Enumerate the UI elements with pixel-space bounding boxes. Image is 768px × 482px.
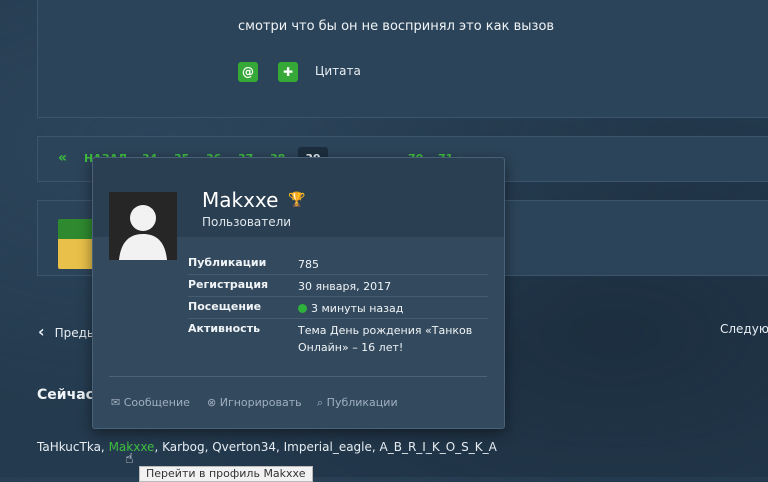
pagination-prev-icon[interactable]: « <box>58 150 67 166</box>
stat-label: Регистрация <box>188 278 269 291</box>
add-button[interactable]: ✚ <box>278 62 298 82</box>
next-topic-label: Следующая <box>720 322 768 336</box>
online-users-after[interactable]: , Karbog, Qverton34, Imperial_eagle, A_B… <box>154 440 496 454</box>
hand-cursor-icon: ☝ <box>125 451 134 467</box>
ignore-label: Игнорировать <box>219 396 302 409</box>
message-button[interactable]: ✉ Сообщение <box>111 396 190 409</box>
post-text: смотри что бы он не воспринял это как вы… <box>238 19 555 34</box>
trophy-icon: 🏆 <box>288 192 306 208</box>
profile-tooltip: Перейти в профиль Makxxe <box>139 466 313 482</box>
divider <box>109 376 487 377</box>
online-users-before[interactable]: TaHkucTka, <box>37 440 109 454</box>
stat-row: Активность Тема День рождения «Танков Он… <box>188 322 488 358</box>
online-status-icon <box>298 304 307 313</box>
ignore-button[interactable]: ⊗ Игнорировать <box>207 396 302 409</box>
envelope-icon: ✉ <box>111 396 121 409</box>
mention-button[interactable]: @ <box>238 62 258 82</box>
stat-label: Посещение <box>188 300 262 313</box>
stat-value: 30 января, 2017 <box>298 280 392 293</box>
online-users-list: TaHkucTka, Makxxe, Karbog, Qverton34, Im… <box>37 440 497 454</box>
stat-row: Публикации 785 <box>188 256 488 275</box>
user-name[interactable]: Makxxe <box>202 188 278 212</box>
stat-label: Активность <box>188 322 261 335</box>
user-group: Пользователи <box>202 215 292 229</box>
chevron-left-icon: ‹ <box>38 322 45 341</box>
stat-row: Посещение 3 минуты назад <box>188 300 488 319</box>
plus-icon: ✚ <box>282 65 294 79</box>
search-icon: ⌕ <box>317 396 324 409</box>
quote-button[interactable]: Цитата <box>315 64 361 78</box>
stat-value: 3 минуты назад <box>298 300 488 317</box>
stat-label: Публикации <box>188 256 267 269</box>
stat-row: Регистрация 30 января, 2017 <box>188 278 488 297</box>
message-label: Сообщение <box>123 396 190 409</box>
posts-button[interactable]: ⌕ Публикации <box>317 396 398 410</box>
next-topic-link[interactable]: Следующая <box>720 322 768 336</box>
stat-value: 785 <box>298 258 319 271</box>
default-avatar-icon <box>109 192 177 260</box>
user-hovercard: Makxxe 🏆 Пользователи Публикации 785 Рег… <box>92 157 505 429</box>
user-avatar[interactable] <box>109 192 177 260</box>
current-user-avatar[interactable] <box>58 219 96 269</box>
at-icon: @ <box>242 65 254 79</box>
activity-link[interactable]: Тема День рождения «Танков Онлайн» – 16 … <box>298 322 488 356</box>
posts-label: Публикации <box>326 396 398 409</box>
post-container: смотри что бы он не воспринял это как вы… <box>37 0 768 118</box>
block-icon: ⊗ <box>207 396 217 409</box>
last-visit-text: 3 минуты назад <box>311 302 404 315</box>
